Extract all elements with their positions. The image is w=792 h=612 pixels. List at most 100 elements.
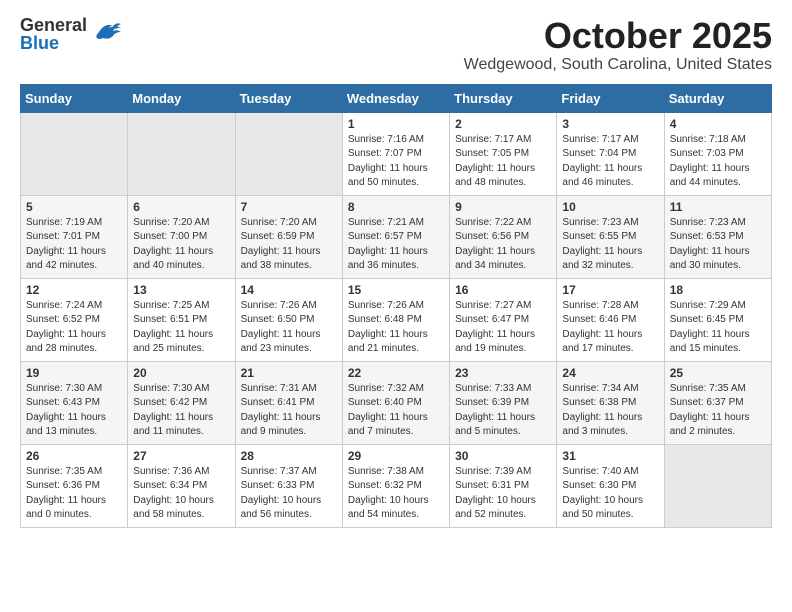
sunrise-info: Sunrise: 7:30 AM xyxy=(133,382,229,397)
sunset-info: Sunset: 6:45 PM xyxy=(670,313,766,328)
table-row: 31Sunrise: 7:40 AMSunset: 6:30 PMDayligh… xyxy=(557,444,664,527)
table-row: 4Sunrise: 7:18 AMSunset: 7:03 PMDaylight… xyxy=(664,112,771,195)
sunset-info: Sunset: 6:38 PM xyxy=(562,396,658,411)
page-subtitle: Wedgewood, South Carolina, United States xyxy=(464,56,772,74)
sunrise-info: Sunrise: 7:24 AM xyxy=(26,299,122,314)
sunrise-info: Sunrise: 7:37 AM xyxy=(241,465,337,480)
sunset-info: Sunset: 6:57 PM xyxy=(348,230,444,245)
daylight-hours: Daylight: 11 hours xyxy=(26,411,122,426)
bird-icon xyxy=(91,18,123,51)
daylight-minutes: and 17 minutes. xyxy=(562,342,658,357)
daylight-hours: Daylight: 10 hours xyxy=(133,494,229,509)
table-row xyxy=(235,112,342,195)
sunrise-info: Sunrise: 7:29 AM xyxy=(670,299,766,314)
logo-blue: Blue xyxy=(20,34,87,52)
day-number: 22 xyxy=(348,366,444,380)
table-row: 7Sunrise: 7:20 AMSunset: 6:59 PMDaylight… xyxy=(235,195,342,278)
sunset-info: Sunset: 7:04 PM xyxy=(562,147,658,162)
day-number: 3 xyxy=(562,117,658,131)
sunrise-info: Sunrise: 7:22 AM xyxy=(455,216,551,231)
daylight-hours: Daylight: 11 hours xyxy=(348,162,444,177)
day-number: 8 xyxy=(348,200,444,214)
daylight-hours: Daylight: 11 hours xyxy=(241,411,337,426)
daylight-hours: Daylight: 11 hours xyxy=(348,328,444,343)
daylight-minutes: and 42 minutes. xyxy=(26,259,122,274)
daylight-minutes: and 21 minutes. xyxy=(348,342,444,357)
day-number: 31 xyxy=(562,449,658,463)
sunrise-info: Sunrise: 7:25 AM xyxy=(133,299,229,314)
day-number: 5 xyxy=(26,200,122,214)
col-monday: Monday xyxy=(128,84,235,112)
day-number: 29 xyxy=(348,449,444,463)
daylight-hours: Daylight: 11 hours xyxy=(455,162,551,177)
table-row: 1 Sunrise: 7:16 AMSunset: 7:07 PMDaylight… xyxy=(342,112,449,195)
table-row xyxy=(21,112,128,195)
table-row: 24Sunrise: 7:34 AMSunset: 6:38 PMDayligh… xyxy=(557,361,664,444)
sunset-info: Sunset: 6:36 PM xyxy=(26,479,122,494)
daylight-hours: Daylight: 11 hours xyxy=(670,162,766,177)
daylight-minutes: and 25 minutes. xyxy=(133,342,229,357)
day-number: 27 xyxy=(133,449,229,463)
page-title: October 2025 xyxy=(464,16,772,56)
sunset-info: Sunset: 6:59 PM xyxy=(241,230,337,245)
day-number: 23 xyxy=(455,366,551,380)
sunrise-info: Sunrise: 7:20 AM xyxy=(133,216,229,231)
daylight-hours: Daylight: 11 hours xyxy=(670,411,766,426)
sunset-info: Sunset: 6:39 PM xyxy=(455,396,551,411)
daylight-minutes: and 36 minutes. xyxy=(348,259,444,274)
sunset-info: Sunset: 7:07 PM xyxy=(348,147,444,162)
daylight-minutes: and 19 minutes. xyxy=(455,342,551,357)
table-row: 3Sunrise: 7:17 AMSunset: 7:04 PMDaylight… xyxy=(557,112,664,195)
sunset-info: Sunset: 6:53 PM xyxy=(670,230,766,245)
day-number: 1 xyxy=(348,117,444,131)
daylight-minutes: and 5 minutes. xyxy=(455,425,551,440)
sunrise-info: Sunrise: 7:27 AM xyxy=(455,299,551,314)
daylight-minutes: and 0 minutes. xyxy=(26,508,122,523)
daylight-minutes: and 15 minutes. xyxy=(670,342,766,357)
daylight-hours: Daylight: 11 hours xyxy=(26,494,122,509)
sunset-info: Sunset: 6:48 PM xyxy=(348,313,444,328)
table-row: 28Sunrise: 7:37 AMSunset: 6:33 PMDayligh… xyxy=(235,444,342,527)
table-row: 14Sunrise: 7:26 AMSunset: 6:50 PMDayligh… xyxy=(235,278,342,361)
daylight-hours: Daylight: 11 hours xyxy=(455,328,551,343)
sunset-info: Sunset: 6:37 PM xyxy=(670,396,766,411)
day-number: 18 xyxy=(670,283,766,297)
table-row: 15Sunrise: 7:26 AMSunset: 6:48 PMDayligh… xyxy=(342,278,449,361)
table-row: 13Sunrise: 7:25 AMSunset: 6:51 PMDayligh… xyxy=(128,278,235,361)
table-row xyxy=(664,444,771,527)
calendar-week-row: 12Sunrise: 7:24 AMSunset: 6:52 PMDayligh… xyxy=(21,278,772,361)
daylight-minutes: and 34 minutes. xyxy=(455,259,551,274)
daylight-hours: Daylight: 11 hours xyxy=(241,245,337,260)
day-number: 2 xyxy=(455,117,551,131)
table-row: 30Sunrise: 7:39 AMSunset: 6:31 PMDayligh… xyxy=(450,444,557,527)
daylight-hours: Daylight: 11 hours xyxy=(133,328,229,343)
sunrise-info: Sunrise: 7:16 AM xyxy=(348,133,444,148)
daylight-minutes: and 38 minutes. xyxy=(241,259,337,274)
sunset-info: Sunset: 6:42 PM xyxy=(133,396,229,411)
sunset-info: Sunset: 6:41 PM xyxy=(241,396,337,411)
sunset-info: Sunset: 6:31 PM xyxy=(455,479,551,494)
daylight-hours: Daylight: 11 hours xyxy=(348,245,444,260)
daylight-hours: Daylight: 11 hours xyxy=(562,411,658,426)
sunrise-info: Sunrise: 7:39 AM xyxy=(455,465,551,480)
daylight-hours: Daylight: 10 hours xyxy=(562,494,658,509)
sunrise-info: Sunrise: 7:20 AM xyxy=(241,216,337,231)
table-row: 26Sunrise: 7:35 AMSunset: 6:36 PMDayligh… xyxy=(21,444,128,527)
daylight-hours: Daylight: 11 hours xyxy=(133,245,229,260)
col-saturday: Saturday xyxy=(664,84,771,112)
sunset-info: Sunset: 6:52 PM xyxy=(26,313,122,328)
sunset-info: Sunset: 6:56 PM xyxy=(455,230,551,245)
daylight-hours: Daylight: 11 hours xyxy=(670,245,766,260)
daylight-hours: Daylight: 10 hours xyxy=(241,494,337,509)
sunset-info: Sunset: 6:33 PM xyxy=(241,479,337,494)
sunrise-info: Sunrise: 7:21 AM xyxy=(348,216,444,231)
daylight-minutes: and 50 minutes. xyxy=(348,176,444,191)
col-thursday: Thursday xyxy=(450,84,557,112)
sunrise-info: Sunrise: 7:30 AM xyxy=(26,382,122,397)
day-number: 26 xyxy=(26,449,122,463)
table-row: 20Sunrise: 7:30 AMSunset: 6:42 PMDayligh… xyxy=(128,361,235,444)
table-row: 2Sunrise: 7:17 AMSunset: 7:05 PMDaylight… xyxy=(450,112,557,195)
sunset-info: Sunset: 6:50 PM xyxy=(241,313,337,328)
daylight-hours: Daylight: 11 hours xyxy=(670,328,766,343)
daylight-minutes: and 46 minutes. xyxy=(562,176,658,191)
